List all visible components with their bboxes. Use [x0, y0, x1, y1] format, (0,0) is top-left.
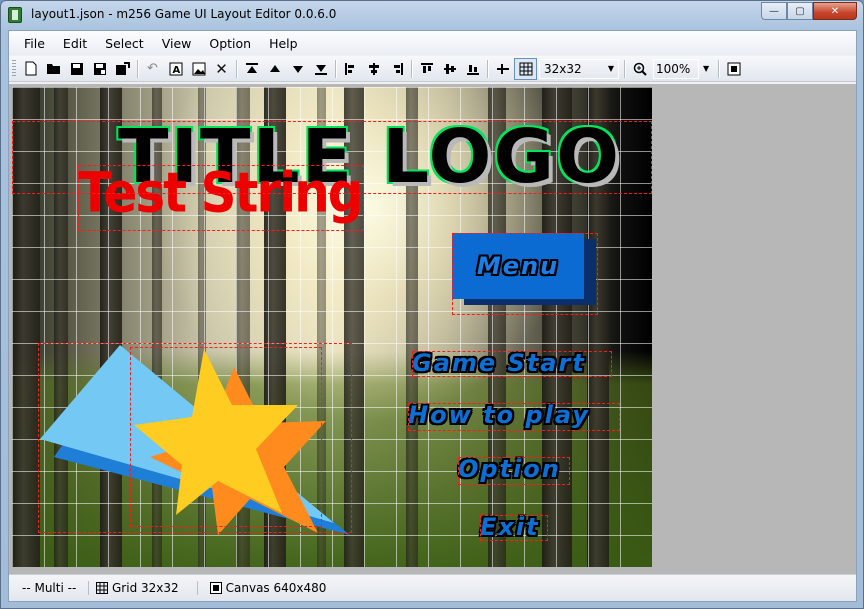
close-button[interactable]: ✕	[813, 2, 857, 20]
selection-box[interactable]	[412, 351, 612, 377]
bring-forward-icon[interactable]	[263, 58, 286, 80]
window-controls: — ▢ ✕	[761, 2, 857, 20]
grid-size-value: 32x32	[544, 61, 582, 76]
toolbar-separator	[411, 59, 412, 78]
menu-bar: File Edit Select View Option Help	[9, 31, 856, 55]
minimize-icon: —	[769, 5, 779, 17]
app-icon	[8, 7, 22, 23]
status-bar: -- Multi -- Grid 32x32 Canvas 640x480	[9, 574, 856, 601]
layout-canvas[interactable]: TITLE LOGO Test String Menu Game Start H…	[12, 87, 652, 567]
align-right-icon[interactable]	[385, 58, 408, 80]
align-left-icon[interactable]	[339, 58, 362, 80]
export-icon[interactable]	[111, 58, 134, 80]
selection-box[interactable]	[78, 165, 364, 231]
toolbar-separator	[236, 59, 237, 78]
send-to-back-icon[interactable]	[309, 58, 332, 80]
grid-toggle-icon[interactable]	[514, 57, 537, 80]
grid-size-select[interactable]: 32x32 ▼	[539, 58, 619, 79]
zoom-value: 100%	[656, 61, 691, 76]
menu-edit[interactable]: Edit	[54, 33, 96, 54]
selection-box[interactable]	[452, 233, 598, 315]
toolbar-separator	[335, 59, 336, 78]
toolbar-separator	[624, 59, 625, 78]
zoom-icon[interactable]	[628, 58, 651, 80]
add-image-icon[interactable]	[187, 58, 210, 80]
snap-icon[interactable]	[491, 58, 514, 80]
bring-to-front-icon[interactable]	[240, 58, 263, 80]
open-file-icon[interactable]	[42, 58, 65, 80]
delete-icon[interactable]: ✕	[210, 58, 233, 80]
menu-help[interactable]: Help	[260, 33, 307, 54]
selection-box[interactable]	[130, 347, 322, 527]
selection-box[interactable]	[480, 515, 548, 541]
chevron-down-icon[interactable]: ▼	[703, 64, 709, 73]
menu-select[interactable]: Select	[96, 33, 153, 54]
status-canvas-text: Canvas 640x480	[225, 581, 327, 595]
toolbar-separator	[487, 59, 488, 78]
workspace: TITLE LOGO Test String Menu Game Start H…	[9, 84, 856, 574]
align-center-icon[interactable]	[362, 58, 385, 80]
send-backward-icon[interactable]	[286, 58, 309, 80]
toolbar-separator	[137, 59, 138, 78]
toolbar-grip[interactable]	[12, 59, 16, 78]
grid-icon	[96, 582, 108, 594]
zoom-select[interactable]: 100%	[653, 58, 699, 79]
svg-text:A: A	[172, 65, 180, 76]
client-area: File Edit Select View Option Help ↶ A ✕ …	[8, 30, 857, 602]
title-bar[interactable]: layout1.json - m256 Game UI Layout Edito…	[1, 1, 863, 29]
canvas-icon	[209, 582, 222, 594]
selection-box[interactable]	[408, 403, 620, 431]
save-icon[interactable]	[65, 58, 88, 80]
menu-view[interactable]: View	[153, 33, 201, 54]
add-text-icon[interactable]: A	[164, 58, 187, 80]
new-file-icon[interactable]	[19, 58, 42, 80]
align-bottom-icon[interactable]	[461, 58, 484, 80]
status-grid-text: Grid 32x32	[112, 581, 179, 595]
close-icon: ✕	[830, 5, 840, 17]
status-selection: -- Multi --	[9, 581, 89, 595]
selection-box[interactable]	[458, 457, 570, 485]
minimize-button[interactable]: —	[761, 2, 787, 20]
status-grid: Grid 32x32	[89, 581, 198, 595]
chevron-down-icon: ▼	[607, 64, 614, 73]
toolbar: ↶ A ✕ 32x32 ▼ 100% ▼	[9, 56, 856, 82]
menu-option[interactable]: Option	[200, 33, 260, 54]
align-middle-icon[interactable]	[438, 58, 461, 80]
toolbar-separator	[718, 59, 720, 78]
canvas-settings-icon[interactable]	[722, 58, 745, 80]
align-top-icon[interactable]	[415, 58, 438, 80]
maximize-icon: ▢	[795, 5, 805, 17]
maximize-button[interactable]: ▢	[787, 2, 813, 20]
app-window: layout1.json - m256 Game UI Layout Edito…	[0, 0, 864, 609]
undo-icon[interactable]: ↶	[141, 58, 164, 80]
save-as-icon[interactable]	[88, 58, 111, 80]
window-title: layout1.json - m256 Game UI Layout Edito…	[31, 7, 337, 21]
status-canvas: Canvas 640x480	[198, 581, 327, 595]
menu-file[interactable]: File	[15, 33, 54, 54]
